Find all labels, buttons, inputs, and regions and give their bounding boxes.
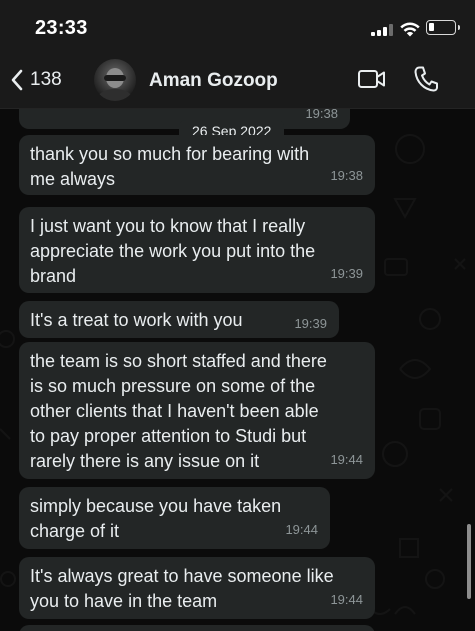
message-time: 19:44 — [330, 452, 363, 467]
message-bubble[interactable]: It's a treat to work with you 19:39 — [19, 301, 339, 338]
wifi-icon — [399, 20, 421, 38]
message-text: charge of it — [30, 521, 120, 541]
unread-count: 138 — [30, 69, 62, 90]
message-bubble[interactable]: the team is so short staffed and there i… — [19, 342, 375, 479]
message-text: you to have in the team — [30, 591, 218, 611]
back-button[interactable]: 138 — [10, 65, 62, 95]
message-text: It's a treat to work with you — [30, 310, 243, 330]
message-time: 19:38 — [330, 168, 363, 183]
cellular-signal-icon — [371, 24, 393, 36]
message-text: brand — [30, 266, 77, 286]
message-time: 19:38 — [305, 109, 338, 121]
message-time: 19:44 — [330, 592, 363, 607]
contact-name[interactable]: Aman Gozoop — [149, 70, 278, 92]
message-text: me always — [30, 169, 116, 189]
message-bubble[interactable]: thank you so much for bearing with me al… — [19, 135, 375, 195]
video-call-button[interactable] — [357, 67, 387, 96]
message-text: other clients that I haven't been able — [30, 401, 319, 421]
avatar[interactable] — [94, 59, 136, 101]
message-bubble[interactable] — [19, 625, 375, 631]
message-text: to pay proper attention to Studi but — [30, 426, 307, 446]
status-time: 23:33 — [35, 17, 88, 39]
message-text: is so much pressure on some of the — [30, 376, 316, 396]
message-time: 19:39 — [330, 266, 363, 281]
scrollbar[interactable] — [467, 524, 471, 599]
message-bubble[interactable]: I just want you to know that I really ap… — [19, 207, 375, 293]
message-list[interactable]: 19:38 26 Sep 2022 thank you so much for … — [0, 109, 475, 631]
battery-icon — [426, 20, 460, 35]
phone-icon — [414, 66, 438, 92]
message-time: 19:44 — [285, 522, 318, 537]
message-text: I just want you to know that I really — [30, 216, 306, 236]
voice-call-button[interactable] — [413, 65, 439, 98]
message-time: 19:39 — [294, 316, 327, 331]
message-text: It's always great to have someone like — [30, 566, 334, 586]
message-bubble[interactable]: It's always great to have someone like y… — [19, 557, 375, 619]
video-camera-icon — [358, 70, 385, 88]
message-text: rarely there is any issue on it — [30, 451, 260, 471]
message-text: appreciate the work you put into the — [30, 241, 316, 261]
chevron-left-icon — [11, 69, 23, 91]
message-text: the team is so short staffed and there — [30, 351, 327, 371]
message-text: thank you so much for bearing with — [30, 144, 310, 164]
message-text: simply because you have taken — [30, 496, 282, 516]
message-bubble[interactable]: simply because you have taken charge of … — [19, 487, 330, 549]
status-bar: 23:33 — [0, 0, 475, 52]
chat-header: 138 Aman Gozoop — [0, 52, 475, 109]
